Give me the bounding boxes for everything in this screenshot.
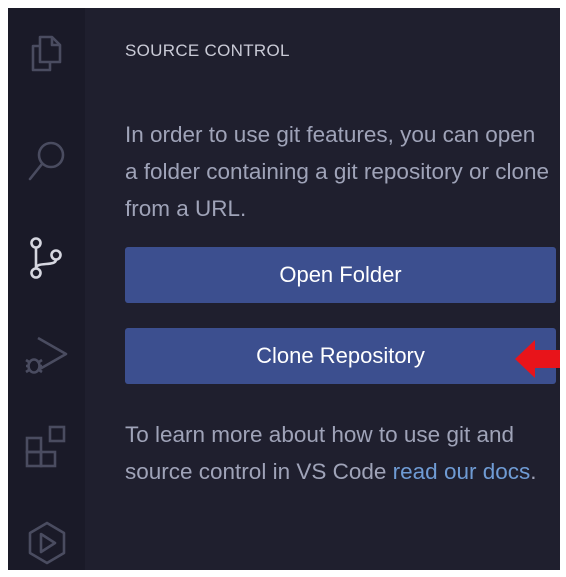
git-info-text: In order to use git features, you can op…	[125, 122, 549, 221]
open-folder-button[interactable]: Open Folder	[125, 247, 556, 303]
clone-repository-button[interactable]: Clone Repository	[125, 328, 556, 384]
panel-title: SOURCE CONTROL	[125, 41, 290, 60]
docs-link[interactable]: read our docs	[393, 459, 531, 484]
search-icon[interactable]	[8, 128, 85, 198]
remote-explorer-icon[interactable]	[8, 508, 85, 570]
source-control-icon[interactable]	[8, 223, 85, 293]
activity-bar	[8, 8, 85, 570]
run-debug-icon[interactable]	[8, 319, 85, 389]
extensions-icon[interactable]	[8, 412, 85, 482]
learn-more-text: To learn more about how to use git and s…	[125, 416, 550, 490]
source-control-panel: SOURCE CONTROL In order to use git featu…	[85, 8, 560, 570]
learn-more-end: .	[530, 459, 537, 484]
annotation-arrow-icon	[515, 340, 560, 378]
explorer-icon[interactable]	[8, 16, 85, 86]
vscode-window: SOURCE CONTROL In order to use git featu…	[8, 8, 560, 570]
